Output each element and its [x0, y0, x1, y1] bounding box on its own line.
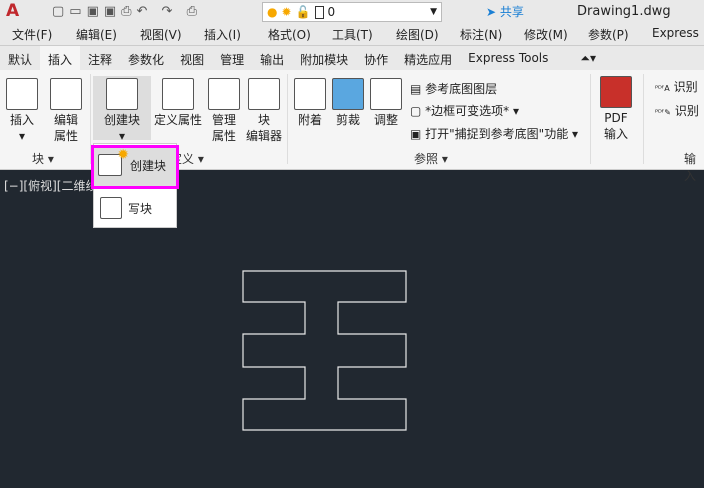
write-block-item[interactable]: 写块	[94, 187, 178, 229]
label: 写块	[128, 201, 153, 216]
drawing-canvas[interactable]	[0, 0, 704, 488]
label: 创建块	[130, 158, 167, 173]
create-block-icon: ✹	[98, 147, 129, 176]
create-block-item[interactable]: ✹ 创建块	[91, 145, 179, 189]
write-block-icon	[100, 197, 122, 219]
star-icon: ✹	[117, 147, 129, 163]
drawn-shape	[242, 270, 407, 431]
